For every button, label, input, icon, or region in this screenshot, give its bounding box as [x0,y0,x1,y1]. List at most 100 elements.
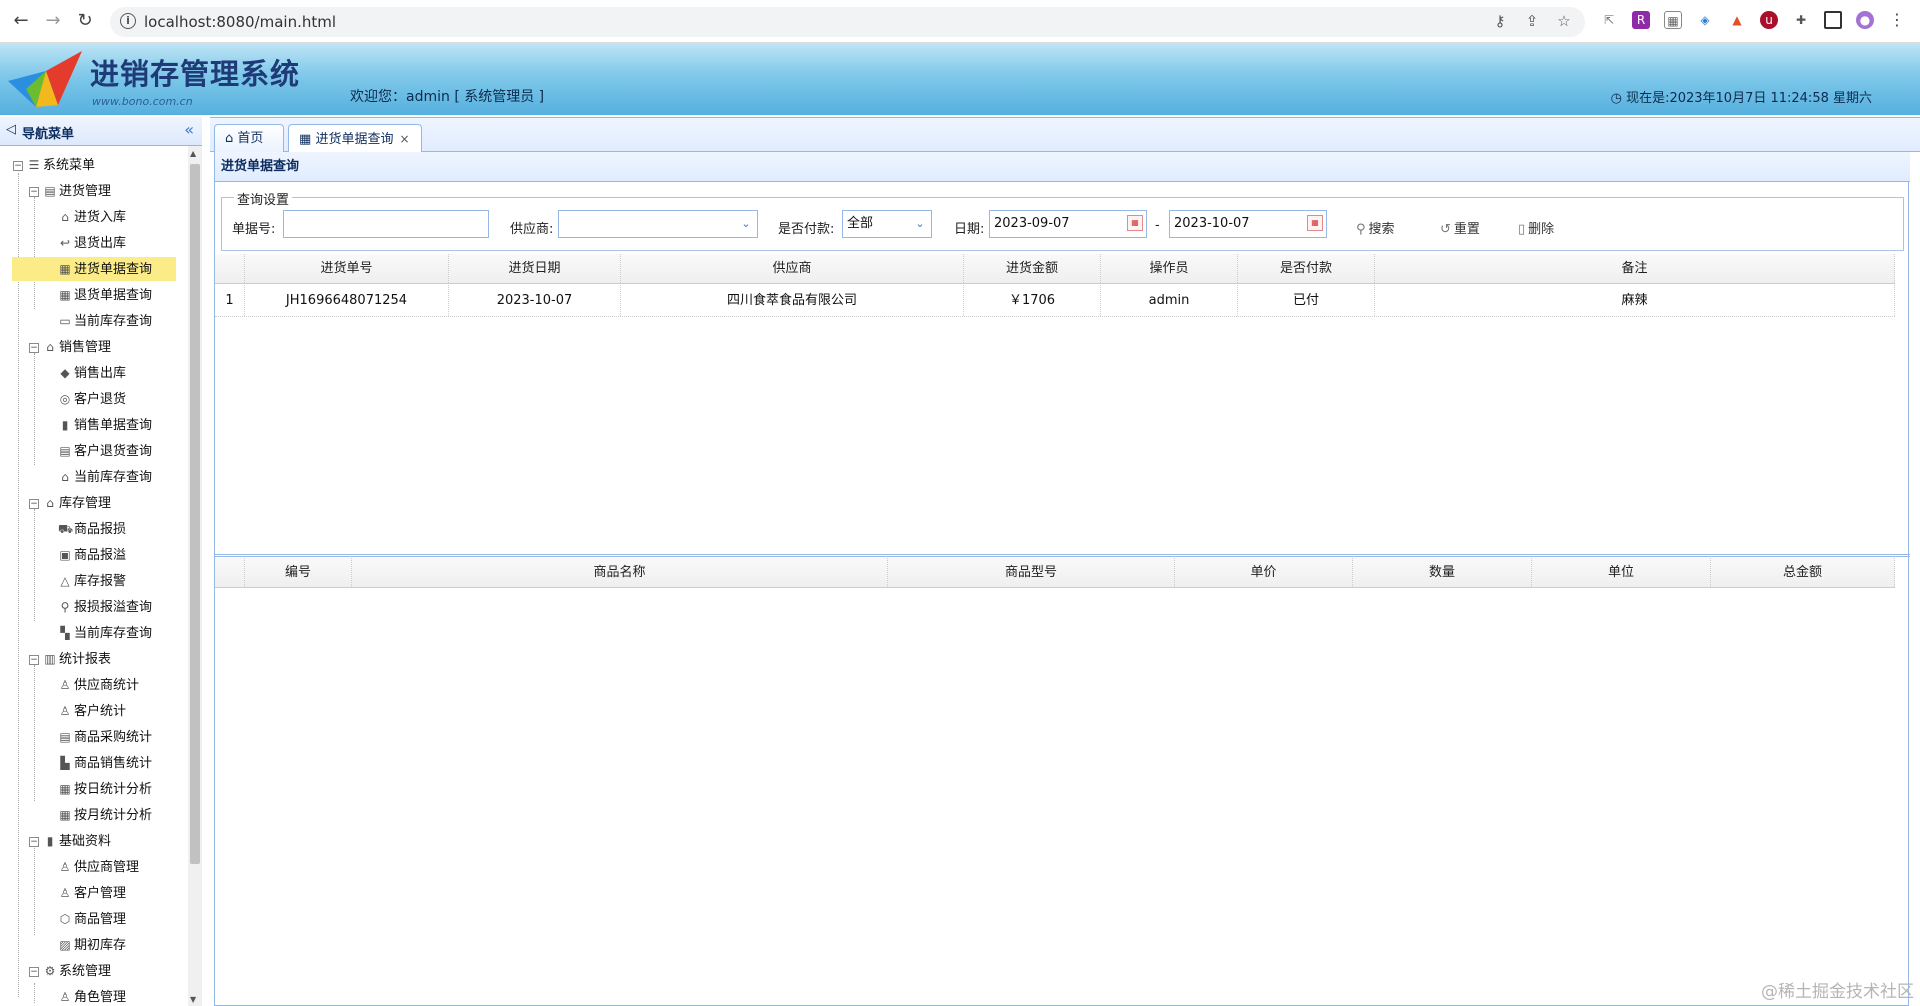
bill-no-input[interactable] [283,210,489,238]
reset-button[interactable]: ↺ 重置 [1440,218,1480,237]
scrollbar-thumb[interactable] [190,164,200,864]
nav-item-customer-return-query[interactable]: ▤ 客户退货查询 [58,439,152,463]
calendar-icon[interactable]: ▦ [1127,215,1143,231]
nav-item-stock-query-1[interactable]: ▭ 当前库存查询 [58,309,152,333]
calendar-icon[interactable]: ▦ [1307,215,1323,231]
nav-item-overflow[interactable]: ▣ 商品报溢 [58,543,126,567]
col-item-model[interactable]: 商品型号 [888,558,1175,587]
table-row[interactable]: 1 JH1696648071254 2023-10-07 四川食萃食品有限公司 … [215,285,1895,317]
sidebar-scrollbar[interactable]: ▲ ▼ [188,146,202,1006]
paid-label: 是否付款: [778,222,835,237]
group-reports[interactable]: − ▥ 统计报表 [29,647,111,671]
group-sales[interactable]: − ⌂ 销售管理 [29,335,111,359]
query-legend: 查询设置 [234,189,293,208]
nav-item-monthly-stats[interactable]: ▦ 按月统计分析 [58,803,152,827]
col-remark[interactable]: 备注 [1375,254,1895,283]
users-icon: ♙ [59,886,71,900]
tree-root[interactable]: − ☰ 系统菜单 [13,153,95,177]
shield-extension-icon[interactable]: u [1760,11,1778,29]
nav-item-purchase-return[interactable]: ↩ 退货出库 [58,231,126,255]
puzzle-icon[interactable]: ✚ [1792,11,1810,29]
cell-amount: ￥1706 [964,285,1101,316]
bookmark-star-icon[interactable]: ☆ [1555,12,1573,30]
nav-item-purchase-in[interactable]: ⌂ 进货入库 [58,205,126,229]
col-item-unit[interactable]: 单位 [1532,558,1711,587]
grid-divider [215,556,1910,557]
menu-dots-icon[interactable]: ⋮ [1888,11,1906,29]
col-bill-date[interactable]: 进货日期 [449,254,621,283]
nav-item-sales-stats[interactable]: ▙ 商品销售统计 [58,751,152,775]
share-icon[interactable]: ⇪ [1523,12,1541,30]
delete-button[interactable]: ▯ 删除 [1518,218,1554,237]
chevron-down-icon[interactable]: ⌄ [735,211,757,237]
nav-item-initial-stock[interactable]: ▨ 期初库存 [58,933,126,957]
nav-item-stock-query-2[interactable]: ⌂ 当前库存查询 [58,465,152,489]
boxes-icon: ▚ [60,626,70,640]
cursor-extension-icon[interactable]: ⇱ [1600,11,1618,29]
col-item-no[interactable]: 编号 [245,558,352,587]
address-bar[interactable]: i localhost:8080/main.html ⚷ ⇪ ☆ [110,7,1585,37]
back-arrow-icon[interactable]: ← [10,10,32,32]
nav-item-customer-stats[interactable]: ♙ 客户统计 [58,699,126,723]
date-to-input[interactable]: 2023-10-07 ▦ [1169,210,1327,238]
group-purchase[interactable]: − ▤ 进货管理 [29,179,111,203]
group-system[interactable]: − ⚙ 系统管理 [29,959,111,983]
col-amount[interactable]: 进货金额 [964,254,1101,283]
reload-icon[interactable]: ↻ [74,10,96,32]
nav-item-purchase-stats[interactable]: ▤ 商品采购统计 [58,725,152,749]
col-operator[interactable]: 操作员 [1101,254,1238,283]
close-tab-icon[interactable]: × [399,132,409,146]
col-item-price[interactable]: 单价 [1175,558,1353,587]
col-item-qty[interactable]: 数量 [1353,558,1532,587]
nav-item-supplier-stats[interactable]: ♙ 供应商统计 [58,673,139,697]
layers-extension-icon[interactable]: ◈ [1696,11,1714,29]
col-bill-no[interactable]: 进货单号 [245,254,449,283]
sidebar-header: ◁ 导航菜单 « [0,117,202,146]
nav-item-damage[interactable]: ⛟商品报损 [58,517,126,541]
scroll-down-icon[interactable]: ▼ [190,995,196,1004]
collapse-sidebar-icon[interactable]: « [184,120,194,139]
bill-no-label: 单据号: [232,222,276,237]
nav-item-damage-overflow-query[interactable]: ⚲ 报损报溢查询 [58,595,152,619]
key-icon[interactable]: ⚷ [1491,12,1509,30]
clock-text: 现在是:2023年10月7日 11:24:58 星期六 [1626,91,1872,106]
fire-extension-icon[interactable]: ▲ [1728,11,1746,29]
nav-item-daily-stats[interactable]: ▦ 按日统计分析 [58,777,152,801]
col-paid[interactable]: 是否付款 [1238,254,1375,283]
nav-item-role-mgmt[interactable]: ♙ 角色管理 [58,985,126,1006]
supplier-select[interactable]: ⌄ [558,210,758,238]
paid-select[interactable]: 全部 ⌄ [842,210,932,238]
nav-item-customer-return[interactable]: ◎ 客户退货 [58,387,126,411]
grid-extension-icon[interactable]: ▦ [1664,11,1682,29]
sidepanel-icon[interactable] [1824,11,1842,29]
url-text[interactable]: localhost:8080/main.html [144,13,336,31]
forward-arrow-icon[interactable]: → [42,10,64,32]
nav-item-supplier-mgmt[interactable]: ♙ 供应商管理 [58,855,139,879]
nav-item-return-bill-query[interactable]: ▦ 退货单据查询 [58,283,152,307]
home-icon: ⌂ [225,131,234,146]
group-inventory[interactable]: − ⌂ 库存管理 [29,491,111,515]
tab-home[interactable]: ⌂ 首页 [214,124,284,153]
sidebar: ◁ 导航菜单 « − ☰ 系统菜单 − ▤ 进货管理 ⌂ 进货入库 ↩ 退货出库 ▦ 进货单据… [0,117,202,1006]
profile-avatar-icon[interactable]: ● [1856,11,1874,29]
date-from-input[interactable]: 2023-09-07 ▦ [989,210,1147,238]
nav-item-stock-query-3[interactable]: ▚ 当前库存查询 [58,621,152,645]
col-item-name[interactable]: 商品名称 [352,558,888,587]
site-info-icon[interactable]: i [120,13,136,29]
user-icon: ♙ [59,678,71,692]
nav-item-sales-out[interactable]: ◆ 销售出库 [58,361,126,385]
nav-item-customer-mgmt[interactable]: ♙ 客户管理 [58,881,126,905]
group-basic-data[interactable]: − ▮ 基础资料 [29,829,111,853]
chevron-down-icon[interactable]: ⌄ [909,211,931,237]
nav-item-sales-bill-query[interactable]: ▮ 销售单据查询 [58,413,152,437]
rp-extension-icon[interactable]: R [1632,11,1650,29]
search-button[interactable]: ⚲ 搜索 [1356,218,1395,237]
col-supplier[interactable]: 供应商 [621,254,964,283]
tag-icon: ◆ [60,366,70,380]
nav-item-product-mgmt[interactable]: ⬡ 商品管理 [58,907,126,931]
tab-purchase-bill-query[interactable]: ▦ 进货单据查询 × [288,124,422,154]
scroll-up-icon[interactable]: ▲ [190,149,196,158]
nav-item-stock-alarm[interactable]: △ 库存报警 [58,569,126,593]
col-item-total[interactable]: 总金额 [1711,558,1895,587]
nav-item-purchase-bill-query[interactable]: ▦ 进货单据查询 [12,257,176,281]
